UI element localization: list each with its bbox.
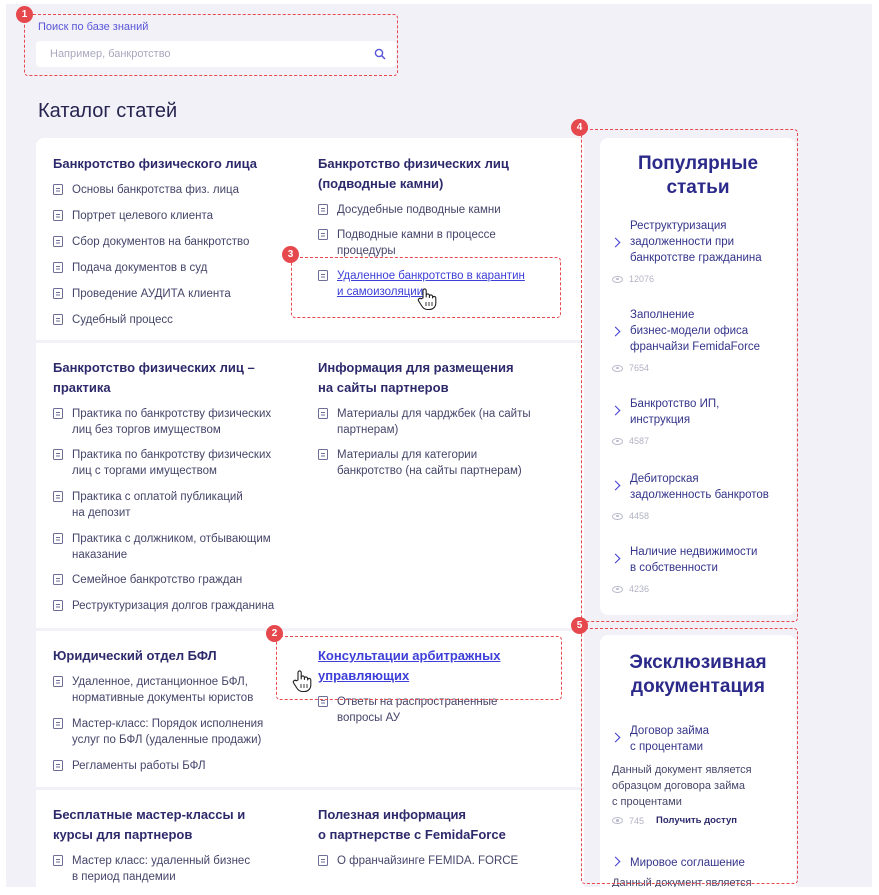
document-icon — [318, 229, 328, 240]
article-title: Сбор документов на банкротство — [72, 236, 250, 248]
document-icon — [53, 600, 63, 611]
article-title: Портрет целевого клиента — [72, 210, 214, 222]
catalog-card: Банкротство физического лица Основы банк… — [36, 138, 584, 887]
document-icon — [53, 449, 63, 460]
document-icon — [53, 236, 63, 247]
article-title: Практика по банкротству физических лиц бе… — [72, 408, 272, 436]
article-link[interactable]: Практика по банкротству физических лиц с … — [53, 447, 271, 479]
article-title: Регламенты работы БФЛ — [72, 760, 206, 772]
article-link[interactable]: О франчайзинге FEMIDA. FORCE — [318, 853, 518, 869]
document-icon — [318, 204, 328, 215]
document-icon — [53, 718, 63, 729]
section-heading-line: Полезная информация — [318, 807, 467, 822]
document-icon — [53, 408, 63, 419]
article-link[interactable]: Реструктуризация долгов гражданина — [53, 598, 274, 614]
article-title: Практика с должником, отбывающим наказани… — [72, 533, 271, 561]
article-link[interactable]: Проведение АУДИТА клиента — [53, 286, 231, 302]
document-icon — [53, 262, 63, 273]
document-icon — [53, 314, 63, 325]
article-title: Практика с оплатой публикаций на депозит — [72, 491, 243, 519]
document-icon — [53, 491, 63, 502]
section-heading[interactable]: Полезная информация о партнерстве с Femi… — [318, 805, 506, 845]
annotation-box-consultations — [276, 636, 562, 700]
document-icon — [318, 408, 328, 419]
section-heading-line: Банкротство физических лиц – — [53, 360, 255, 375]
article-link[interactable]: Мастер-класс: Порядок исполнения услуг по… — [53, 716, 263, 748]
document-icon — [53, 184, 63, 195]
section-heading-line: на сайты партнеров — [318, 380, 449, 395]
document-icon — [318, 449, 328, 460]
article-title: Практика по банкротству физических лиц с … — [72, 449, 272, 477]
page: Поиск по базе знаний Каталог статей Банк… — [6, 4, 872, 887]
section-heading[interactable]: Бесплатные мастер-классы и курсы для пар… — [53, 805, 245, 845]
article-title: Подача документов в суд — [72, 262, 208, 274]
section-heading[interactable]: Банкротство физического лица — [53, 154, 257, 174]
article-link[interactable]: Судебный процесс — [53, 312, 173, 328]
section-heading-line: Бесплатные мастер-классы и — [53, 807, 246, 822]
section-heading-line: о партнерстве с FemidaForce — [318, 827, 506, 842]
article-link[interactable]: Основы банкротства физ. лица — [53, 182, 239, 198]
section-heading-line: Информация для размещения — [318, 360, 514, 375]
article-link[interactable]: Портрет целевого клиента — [53, 208, 213, 224]
document-icon — [53, 210, 63, 221]
article-title: Материалы для чарджбек (на сайты партнера… — [337, 408, 531, 436]
article-link[interactable]: Мастер класс: удаленный бизнес в период п… — [53, 853, 250, 885]
annotation-box-exclusive — [581, 628, 798, 884]
document-icon — [318, 855, 328, 866]
article-link[interactable]: Практика с оплатой публикаций на депозит — [53, 489, 243, 521]
document-icon — [53, 574, 63, 585]
article-link[interactable]: Материалы для категории банкротство (на с… — [318, 447, 522, 479]
annotation-badge: 3 — [282, 246, 299, 263]
article-title: Подводные камни в процессе процедуры — [337, 229, 496, 257]
hand-cursor-icon — [417, 288, 437, 311]
article-title: Семейное банкротство граждан — [72, 574, 243, 586]
article-title: Основы банкротства физ. лица — [72, 184, 240, 196]
article-title: Реструктуризация долгов гражданина — [72, 600, 275, 612]
annotation-box-popular — [581, 129, 798, 622]
article-link[interactable]: Материалы для чарджбек (на сайты партнера… — [318, 406, 531, 438]
document-icon — [53, 676, 63, 687]
article-link[interactable]: Семейное банкротство граждан — [53, 572, 242, 588]
section-heading-line: Банкротство физических лиц — [318, 156, 509, 171]
hand-cursor-icon — [292, 670, 312, 693]
article-link[interactable]: Регламенты работы БФЛ — [53, 758, 206, 774]
annotation-badge: 2 — [266, 625, 283, 642]
annotation-badge: 5 — [571, 617, 588, 634]
catalog-title: Каталог статей — [38, 100, 178, 122]
section-heading[interactable]: Юридический отдел БФЛ — [53, 646, 217, 666]
section-heading-line: (подводные камни) — [318, 176, 444, 191]
section-divider — [36, 628, 584, 631]
document-icon — [53, 288, 63, 299]
article-link[interactable]: Досудебные подводные камни — [318, 202, 501, 218]
annotation-box-search — [24, 14, 398, 76]
section-divider — [36, 340, 584, 343]
section-heading[interactable]: Информация для размещения на сайты партн… — [318, 358, 514, 398]
article-title: Удаленное, дистанционное БФЛ, нормативные… — [72, 676, 254, 704]
section-divider — [36, 787, 584, 790]
article-title: Досудебные подводные камни — [337, 204, 501, 216]
article-title: Судебный процесс — [72, 314, 173, 326]
article-title: Материалы для категории банкротство (на с… — [337, 449, 522, 477]
document-icon — [53, 533, 63, 544]
section-heading[interactable]: Банкротство физических лиц – практика — [53, 358, 255, 398]
article-link[interactable]: Практика по банкротству физических лиц бе… — [53, 406, 271, 438]
document-icon — [53, 760, 63, 771]
document-icon — [53, 855, 63, 866]
article-title: Мастер-класс: Порядок исполнения услуг по… — [72, 718, 264, 746]
article-link[interactable]: Практика с должником, отбывающим наказани… — [53, 531, 271, 563]
article-link[interactable]: Подводные камни в процессе процедуры — [318, 227, 496, 259]
article-title: Мастер класс: удаленный бизнес в период п… — [72, 855, 251, 883]
article-title: О франчайзинге FEMIDA. FORCE — [337, 855, 519, 867]
article-link[interactable]: Подача документов в суд — [53, 260, 207, 276]
section-heading[interactable]: Банкротство физических лиц (подводные ка… — [318, 154, 509, 194]
annotation-badge: 1 — [16, 6, 33, 23]
article-title: Проведение АУДИТА клиента — [72, 288, 231, 300]
section-heading-line: курсы для партнеров — [53, 827, 193, 842]
article-link[interactable]: Удаленное, дистанционное БФЛ, нормативные… — [53, 674, 253, 706]
annotation-badge: 4 — [571, 119, 588, 136]
section-heading-line: практика — [53, 380, 111, 395]
article-link[interactable]: Сбор документов на банкротство — [53, 234, 249, 250]
